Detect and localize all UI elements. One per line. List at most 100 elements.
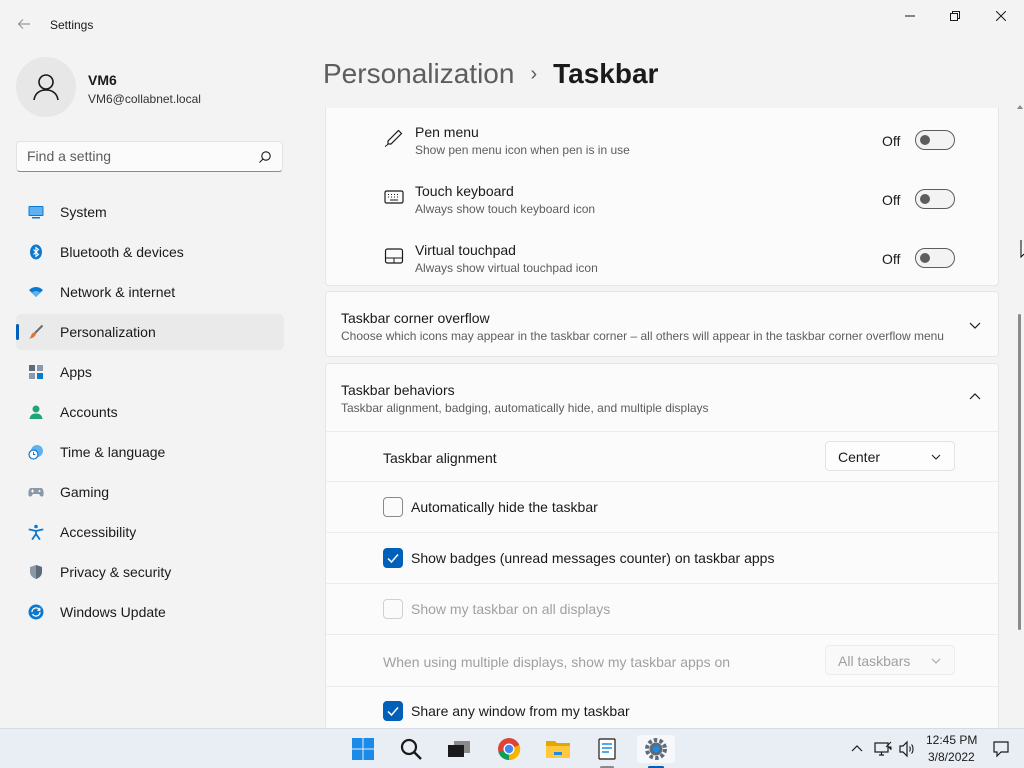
notepad-button[interactable] bbox=[593, 735, 621, 763]
network-icon[interactable] bbox=[874, 740, 892, 758]
notification-icon[interactable] bbox=[992, 740, 1010, 758]
sidebar-item-system[interactable]: System bbox=[16, 194, 284, 230]
page-title: Taskbar bbox=[553, 58, 659, 89]
volume-icon[interactable] bbox=[898, 740, 916, 758]
settings-button[interactable] bbox=[637, 735, 675, 763]
share-window-label: Share any window from my taskbar bbox=[411, 703, 630, 719]
sidebar-item-accounts[interactable]: Accounts bbox=[16, 394, 284, 430]
pen-menu-title: Pen menu bbox=[415, 124, 479, 140]
divider bbox=[326, 431, 998, 432]
behaviors-subtitle: Taskbar alignment, badging, automaticall… bbox=[341, 401, 709, 415]
user-profile[interactable]: VM6 VM6@collabnet.local bbox=[16, 57, 296, 119]
settings-icon bbox=[645, 738, 667, 760]
sidebar-item-label: Accessibility bbox=[60, 524, 137, 540]
clock-date[interactable]: 3/8/2022 bbox=[928, 750, 975, 764]
sidebar-item-gaming[interactable]: Gaming bbox=[16, 474, 284, 510]
maximize-button[interactable] bbox=[932, 0, 978, 32]
checkmark-icon bbox=[387, 707, 399, 717]
start-icon bbox=[352, 738, 374, 760]
taskbar-search-button[interactable] bbox=[397, 735, 425, 763]
show-badges-label: Show badges (unread messages counter) on… bbox=[411, 550, 775, 566]
chrome-icon bbox=[498, 738, 521, 761]
virtual-touchpad-toggle[interactable] bbox=[915, 248, 955, 268]
touch-keyboard-title: Touch keyboard bbox=[415, 183, 514, 199]
multi-display-dropdown[interactable]: All taskbars bbox=[825, 645, 955, 675]
clock-time[interactable]: 12:45 PM bbox=[926, 733, 977, 747]
sidebar-item-windows-update[interactable]: Windows Update bbox=[16, 594, 284, 630]
search-box[interactable] bbox=[16, 141, 283, 172]
sidebar-item-bluetooth-devices[interactable]: Bluetooth & devices bbox=[16, 234, 284, 270]
sidebar-item-label: Windows Update bbox=[60, 604, 166, 620]
task-view-icon bbox=[448, 741, 470, 757]
notepad-icon bbox=[598, 738, 616, 760]
virtual-touchpad-title: Virtual touchpad bbox=[415, 242, 516, 258]
taskbar-alignment-dropdown[interactable]: Center bbox=[825, 441, 955, 471]
auto-hide-label: Automatically hide the taskbar bbox=[411, 499, 598, 515]
task-view-button[interactable] bbox=[445, 735, 473, 763]
accessibility-icon bbox=[28, 524, 44, 540]
wifi-icon bbox=[29, 287, 43, 297]
virtual-touchpad-subtitle: Always show virtual touchpad icon bbox=[415, 261, 598, 275]
sidebar-item-label: Bluetooth & devices bbox=[60, 244, 184, 260]
breadcrumb-parent[interactable]: Personalization bbox=[323, 58, 514, 90]
sidebar-item-label: Gaming bbox=[60, 484, 110, 500]
taskbar-alignment-value: Center bbox=[838, 449, 881, 465]
minimize-button[interactable] bbox=[887, 0, 933, 32]
sidebar-item-accessibility[interactable]: Accessibility bbox=[16, 514, 284, 550]
sidebar-item-privacy-security[interactable]: Privacy & security bbox=[16, 554, 284, 590]
chrome-button[interactable] bbox=[495, 735, 523, 763]
toggle-knob bbox=[920, 253, 930, 263]
start-button[interactable] bbox=[349, 735, 377, 763]
chevron-down-icon bbox=[931, 658, 941, 664]
close-icon bbox=[996, 11, 1006, 21]
sidebar-item-apps[interactable]: Apps bbox=[16, 354, 284, 390]
restore-icon bbox=[950, 11, 960, 21]
corner-overflow-title: Taskbar corner overflow bbox=[341, 310, 490, 326]
all-displays-checkbox[interactable] bbox=[383, 599, 403, 619]
user-icon bbox=[33, 74, 59, 101]
app-title: Settings bbox=[50, 18, 94, 32]
divider bbox=[326, 481, 998, 482]
search-input[interactable] bbox=[27, 148, 247, 164]
sidebar-item-personalization[interactable]: Personalization bbox=[16, 314, 284, 350]
scrollbar-thumb[interactable] bbox=[1018, 314, 1021, 630]
touch-keyboard-toggle-state: Off bbox=[882, 192, 901, 208]
back-button[interactable] bbox=[12, 12, 36, 36]
corner-overflow-subtitle: Choose which icons may appear in the tas… bbox=[341, 329, 944, 343]
accounts-icon bbox=[29, 405, 43, 419]
taskbar-alignment-label: Taskbar alignment bbox=[383, 450, 497, 466]
divider bbox=[326, 686, 998, 687]
chevron-down-icon[interactable] bbox=[967, 317, 983, 333]
toggle-knob bbox=[920, 135, 930, 145]
taskbar-corner-overflow-card[interactable]: Taskbar corner overflow Choose which ico… bbox=[325, 291, 999, 357]
sidebar-item-network-internet[interactable]: Network & internet bbox=[16, 274, 284, 310]
all-displays-label: Show my taskbar on all displays bbox=[411, 601, 611, 617]
behaviors-header[interactable]: Taskbar behaviors Taskbar alignment, bad… bbox=[326, 364, 998, 431]
pen-menu-toggle[interactable] bbox=[915, 130, 955, 150]
avatar bbox=[16, 57, 76, 117]
share-window-checkbox[interactable] bbox=[383, 701, 403, 721]
scroll-up-arrow-icon[interactable] bbox=[1017, 104, 1023, 110]
sidebar-item-label: Time & language bbox=[60, 444, 166, 460]
apps-icon bbox=[29, 365, 43, 379]
sidebar-item-label: Accounts bbox=[60, 404, 118, 420]
taskbar-corner-icons-card: Pen menu Show pen menu icon when pen is … bbox=[325, 108, 999, 286]
close-button[interactable] bbox=[978, 0, 1024, 32]
sidebar-item-label: Personalization bbox=[60, 324, 156, 340]
checkmark-icon bbox=[387, 554, 399, 564]
touch-keyboard-toggle[interactable] bbox=[915, 189, 955, 209]
search-icon bbox=[259, 151, 271, 163]
chevron-up-icon[interactable] bbox=[851, 743, 863, 755]
sidebar-item-time-language[interactable]: Time & language bbox=[16, 434, 284, 470]
keyboard-icon bbox=[384, 190, 404, 204]
virtual-touchpad-toggle-state: Off bbox=[882, 251, 901, 267]
show-badges-checkbox[interactable] bbox=[383, 548, 403, 568]
auto-hide-checkbox[interactable] bbox=[383, 497, 403, 517]
taskbar: 12:45 PM 3/8/2022 bbox=[0, 728, 1024, 768]
title-bar: Settings bbox=[0, 0, 1024, 48]
breadcrumb-separator: › bbox=[530, 62, 538, 85]
chevron-up-icon[interactable] bbox=[967, 389, 983, 405]
pen-menu-toggle-state: Off bbox=[882, 133, 901, 149]
pen-icon bbox=[384, 129, 403, 147]
file-explorer-button[interactable] bbox=[544, 735, 572, 763]
